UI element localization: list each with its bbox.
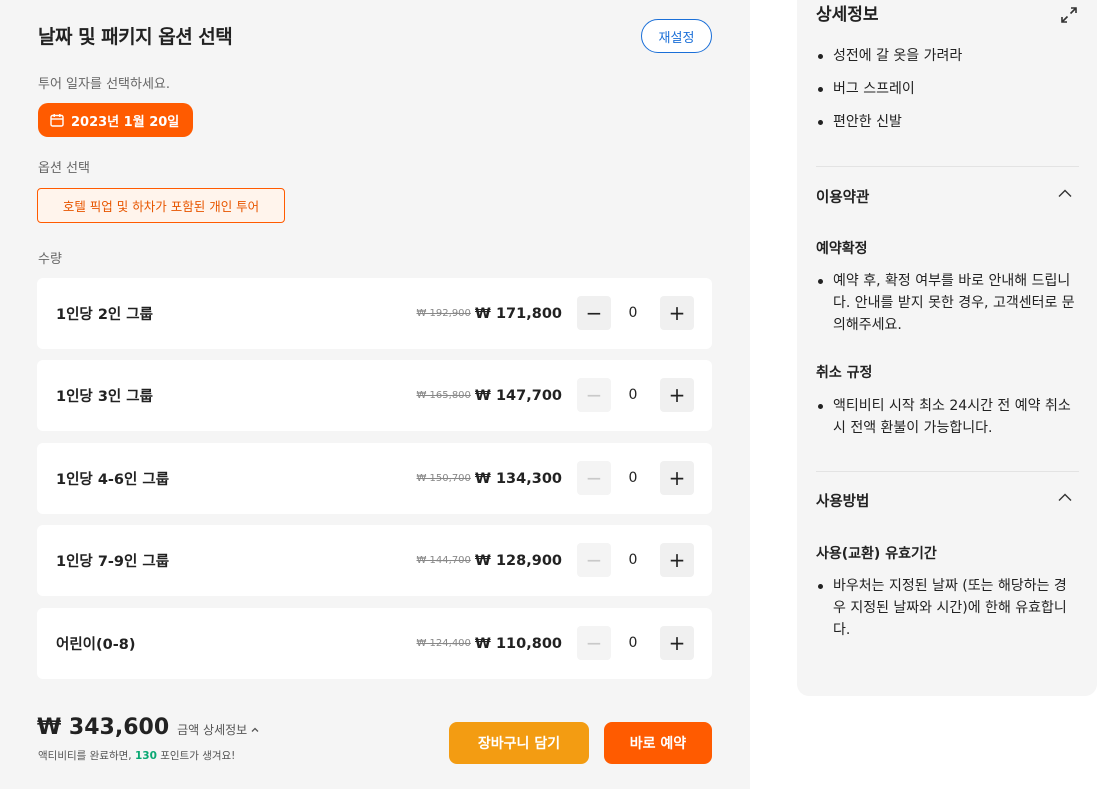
chevron-up-icon[interactable]: [1057, 490, 1073, 506]
original-price: ₩ 144,700: [416, 555, 471, 566]
decrease-button[interactable]: −: [577, 378, 611, 412]
minus-icon: −: [585, 301, 603, 325]
price-group: ₩ 165,800 ₩ 147,700: [416, 360, 562, 431]
points-notice: 액티비티를 완료하면, 130 포인트가 생겨요!: [38, 748, 235, 763]
chevron-up-icon[interactable]: [1057, 186, 1073, 202]
details-list: 성전에 갈 옷을 가려라 버그 스프레이 편안한 신발: [816, 45, 962, 133]
usage-heading[interactable]: 사용방법: [816, 490, 869, 511]
list-item: 편안한 신발: [816, 111, 962, 133]
reset-button[interactable]: 재설정: [641, 19, 712, 53]
sale-price: ₩ 147,700: [474, 387, 562, 404]
list-item: 바우처는 지정된 날짜 (또는 해당하는 경우 지정된 날짜와 시간)에 한해 …: [816, 575, 1078, 641]
page-title: 날짜 및 패키지 옵션 선택: [38, 26, 233, 48]
quantity-label: 수량: [38, 252, 62, 267]
cancel-list: 액티비티 시작 최소 24시간 전 예약 취소시 전액 환불이 가능합니다.: [816, 395, 1078, 439]
quantity-row-name: 1인당 2인 그룹: [56, 307, 153, 323]
original-price: ₩ 192,900: [416, 308, 471, 319]
expand-icon[interactable]: [1060, 6, 1078, 24]
total-amount: ₩ 343,600: [37, 715, 170, 740]
quantity-row: 1인당 4-6인 그룹 ₩ 150,700 ₩ 134,300 − 0 +: [37, 443, 712, 514]
date-prompt: 투어 일자를 선택하세요.: [38, 77, 170, 92]
list-item: 버그 스프레이: [816, 78, 962, 100]
minus-icon: −: [585, 466, 603, 490]
quantity-row: 1인당 7-9인 그룹 ₩ 144,700 ₩ 128,900 − 0 +: [37, 525, 712, 596]
increase-button[interactable]: +: [660, 626, 694, 660]
quantity-row-name: 1인당 7-9인 그룹: [56, 554, 170, 570]
price-group: ₩ 192,900 ₩ 171,800: [416, 278, 562, 349]
increase-button[interactable]: +: [660, 296, 694, 330]
points-prefix: 액티비티를 완료하면,: [38, 750, 135, 762]
minus-icon: −: [585, 631, 603, 655]
quantity-row: 어린이(0-8) ₩ 124,400 ₩ 110,800 − 0 +: [37, 608, 712, 679]
points-value: 130: [134, 750, 157, 762]
sale-price: ₩ 110,800: [474, 635, 562, 652]
increase-button[interactable]: +: [660, 543, 694, 577]
divider: [816, 471, 1079, 472]
quantity-value: 0: [628, 552, 638, 568]
confirm-list: 예약 후, 확정 여부를 바로 안내해 드립니다. 안내를 받지 못한 경우, …: [816, 270, 1078, 336]
increase-button[interactable]: +: [660, 461, 694, 495]
sale-price: ₩ 134,300: [474, 470, 562, 487]
price-detail-toggle[interactable]: 금액 상세정보: [177, 721, 260, 738]
quantity-row: 1인당 2인 그룹 ₩ 192,900 ₩ 171,800 − 0 +: [37, 278, 712, 349]
original-price: ₩ 124,400: [416, 638, 471, 649]
quantity-value: 0: [628, 635, 638, 651]
decrease-button[interactable]: −: [577, 626, 611, 660]
total-summary: ₩ 343,600 금액 상세정보: [37, 715, 260, 740]
validity-heading: 사용(교환) 유효기간: [816, 546, 937, 562]
booking-confirm-heading: 예약확정: [816, 241, 868, 257]
decrease-button[interactable]: −: [577, 296, 611, 330]
cancel-policy-heading: 취소 규정: [816, 365, 873, 381]
minus-icon: −: [585, 383, 603, 407]
quantity-value: 0: [628, 305, 638, 321]
decrease-button[interactable]: −: [577, 461, 611, 495]
original-price: ₩ 165,800: [416, 390, 471, 401]
list-item: 액티비티 시작 최소 24시간 전 예약 취소시 전액 환불이 가능합니다.: [816, 395, 1078, 439]
plus-icon: +: [668, 548, 686, 572]
price-detail-label: 금액 상세정보: [177, 723, 248, 737]
plus-icon: +: [668, 301, 686, 325]
validity-list: 바우처는 지정된 날짜 (또는 해당하는 경우 지정된 날짜와 시간)에 한해 …: [816, 575, 1078, 641]
quantity-row-name: 어린이(0-8): [56, 637, 136, 653]
book-now-button[interactable]: 바로 예약: [604, 722, 712, 764]
quantity-row: 1인당 3인 그룹 ₩ 165,800 ₩ 147,700 − 0 +: [37, 360, 712, 431]
sale-price: ₩ 128,900: [474, 552, 562, 569]
decrease-button[interactable]: −: [577, 543, 611, 577]
add-to-cart-button[interactable]: 장바구니 담기: [449, 722, 589, 764]
plus-icon: +: [668, 383, 686, 407]
minus-icon: −: [585, 548, 603, 572]
quantity-row-name: 1인당 4-6인 그룹: [56, 472, 170, 488]
option-chip-private-tour[interactable]: 호텔 픽업 및 하차가 포함된 개인 투어: [37, 188, 285, 223]
quantity-row-name: 1인당 3인 그룹: [56, 389, 153, 405]
increase-button[interactable]: +: [660, 378, 694, 412]
price-group: ₩ 144,700 ₩ 128,900: [416, 525, 562, 596]
details-panel: 상세정보 성전에 갈 옷을 가려라 버그 스프레이 편안한 신발 이용약관 예약…: [797, 0, 1097, 696]
option-label: 옵션 선택: [38, 161, 90, 176]
list-item: 예약 후, 확정 여부를 바로 안내해 드립니다. 안내를 받지 못한 경우, …: [816, 270, 1078, 336]
sale-price: ₩ 171,800: [474, 305, 562, 322]
details-title: 상세정보: [816, 5, 879, 25]
divider: [816, 166, 1079, 167]
terms-heading[interactable]: 이용약관: [816, 186, 869, 207]
date-picker-button[interactable]: 2023년 1월 20일: [38, 103, 194, 137]
chevron-up-icon: [251, 727, 259, 732]
price-group: ₩ 150,700 ₩ 134,300: [416, 443, 562, 514]
list-item: 성전에 갈 옷을 가려라: [816, 45, 962, 67]
booking-panel: 날짜 및 패키지 옵션 선택 재설정 투어 일자를 선택하세요. 2023년 1…: [0, 0, 750, 789]
selected-date: 2023년 1월 20일: [71, 114, 180, 130]
calendar-icon: [50, 114, 64, 127]
plus-icon: +: [668, 631, 686, 655]
plus-icon: +: [668, 466, 686, 490]
original-price: ₩ 150,700: [416, 473, 471, 484]
quantity-value: 0: [628, 387, 638, 403]
quantity-value: 0: [628, 470, 638, 486]
price-group: ₩ 124,400 ₩ 110,800: [416, 608, 562, 679]
points-suffix: 포인트가 생겨요!: [156, 750, 236, 762]
